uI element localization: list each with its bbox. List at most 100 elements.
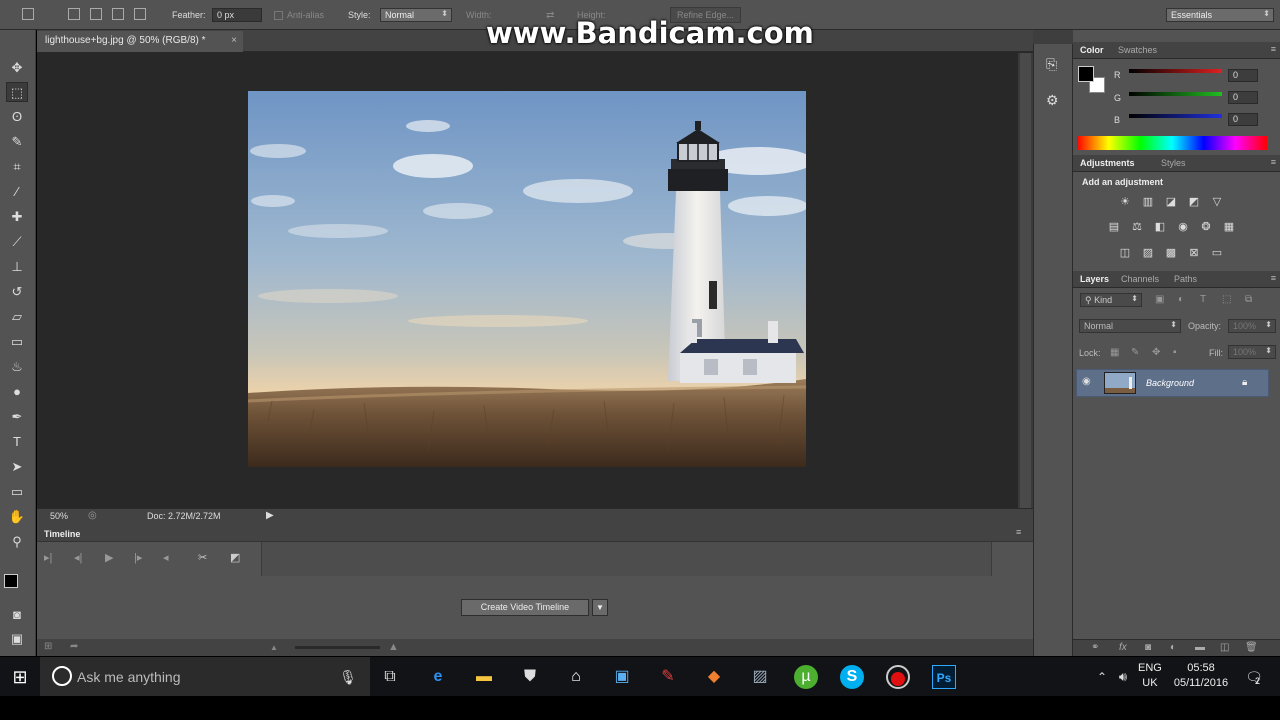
lighthouse-image[interactable] <box>248 91 806 467</box>
black-white-icon[interactable]: ◧ <box>1153 221 1167 233</box>
image-viewer-icon[interactable]: ▨ <box>748 665 772 689</box>
file-explorer-icon[interactable]: ▬ <box>472 665 496 689</box>
exposure-icon[interactable]: ◩ <box>1187 196 1201 208</box>
new-layer-icon[interactable]: ◫ <box>1220 642 1229 653</box>
antialias-checkbox[interactable]: Anti-alias <box>274 10 324 21</box>
zoom-level[interactable]: 50% <box>50 511 68 521</box>
dodge-tool-icon[interactable]: ● <box>6 382 28 402</box>
new-adjustment-layer-icon[interactable]: ◐ <box>1170 642 1176 653</box>
add-mask-icon[interactable]: ◙ <box>1145 642 1151 653</box>
fill-input[interactable]: 100% <box>1228 345 1276 359</box>
home-icon[interactable]: ⌂ <box>564 665 588 689</box>
blend-mode-select[interactable]: Normal <box>1079 319 1181 333</box>
opacity-input[interactable]: 100% <box>1228 319 1276 333</box>
layer-style-fx-icon[interactable]: fx <box>1119 642 1127 653</box>
utorrent-icon[interactable]: µ <box>794 665 818 689</box>
split-icon[interactable]: ✂ <box>198 551 207 564</box>
type-tool-icon[interactable]: T <box>6 432 28 452</box>
lock-all-icon[interactable]: ▪ <box>1173 347 1177 358</box>
create-video-timeline-button[interactable]: Create Video Timeline <box>461 599 589 616</box>
play-icon[interactable]: ▶ <box>105 551 113 564</box>
workspace-select[interactable]: Essentials <box>1166 8 1274 22</box>
windows-start-icon[interactable]: ⊞ <box>8 665 32 689</box>
volume-icon[interactable]: 🔊︎ <box>1111 665 1135 689</box>
task-view-icon[interactable]: ⧉ <box>378 665 402 689</box>
color-foreground-swatch-top[interactable] <box>1078 66 1094 82</box>
filter-smart-object-icon[interactable]: ⧉ <box>1245 294 1252 305</box>
blur-tool-icon[interactable]: ♨ <box>6 357 28 377</box>
create-timeline-dropdown-icon[interactable]: ▼ <box>592 599 608 616</box>
rectangular-marquee-tool-icon[interactable]: ⬚ <box>6 82 28 102</box>
lock-position-icon[interactable]: ✥ <box>1152 347 1160 358</box>
feather-input[interactable]: 0 px <box>212 8 262 22</box>
tab-adjustments[interactable]: Adjustments <box>1080 158 1135 168</box>
photo-filter-icon[interactable]: ◉ <box>1176 221 1190 233</box>
filter-type-icon[interactable]: T <box>1200 294 1206 305</box>
color-panel-menu-icon[interactable]: ≡ <box>1271 44 1276 54</box>
curves-icon[interactable]: ◪ <box>1164 196 1178 208</box>
levels-icon[interactable]: ▥ <box>1141 196 1155 208</box>
crop-tool-icon[interactable]: ⌗ <box>6 157 28 177</box>
rectangle-tool-icon[interactable]: ▭ <box>6 482 28 502</box>
filter-adjustment-icon[interactable]: ◐ <box>1178 294 1184 305</box>
threshold-icon[interactable]: ▩ <box>1164 247 1178 259</box>
status-menu-arrow-icon[interactable]: ▶ <box>266 510 274 521</box>
zoom-out-mountain-icon[interactable]: ▲ <box>270 643 278 652</box>
clock[interactable]: 05:58 05/11/2016 <box>1172 661 1230 691</box>
color-lookup-icon[interactable]: ▦ <box>1222 221 1236 233</box>
zoom-in-mountain-icon[interactable]: ▲ <box>388 641 399 653</box>
vibrance-icon[interactable]: ▽ <box>1210 196 1224 208</box>
hue-saturation-icon[interactable]: ▤ <box>1107 221 1121 233</box>
action-center-icon[interactable]: 🗨︎ <box>1242 665 1266 689</box>
monitor-app-icon[interactable]: ▣ <box>610 665 634 689</box>
filter-pixel-icon[interactable]: ▣ <box>1155 294 1164 305</box>
history-brush-tool-icon[interactable]: ↺ <box>6 282 28 302</box>
close-icon[interactable]: × <box>231 35 237 46</box>
language-indicator[interactable]: ENG UK <box>1138 661 1162 691</box>
first-frame-icon[interactable]: ▸| <box>44 551 52 564</box>
store-icon[interactable]: ⛊ <box>518 665 542 689</box>
link-layers-icon[interactable]: ⚭ <box>1091 642 1099 653</box>
add-selection-icon[interactable] <box>90 8 102 20</box>
document-tab[interactable]: lighthouse+bg.jpg @ 50% (RGB/8) * × <box>37 31 243 52</box>
timeline-track[interactable] <box>262 542 992 576</box>
photoshop-icon[interactable]: Ps <box>932 665 956 689</box>
eraser-tool-icon[interactable]: ▱ <box>6 307 28 327</box>
lock-pixels-icon[interactable]: ✎ <box>1131 347 1139 358</box>
healing-brush-tool-icon[interactable]: ✚ <box>6 207 28 227</box>
r-slider[interactable] <box>1129 69 1222 73</box>
gradient-map-icon[interactable]: ▭ <box>1210 247 1224 259</box>
next-frame-icon[interactable]: |▸ <box>134 551 142 564</box>
microphone-icon[interactable]: 🎙︎ <box>336 665 360 689</box>
history-panel-icon[interactable]: ⎘ <box>1046 56 1057 73</box>
b-slider[interactable] <box>1129 114 1222 118</box>
delete-layer-icon[interactable]: 🗑︎ <box>1245 642 1258 653</box>
timeline-render-icon[interactable]: ➦ <box>70 641 78 652</box>
filter-kind-select[interactable]: ⚲ Kind <box>1080 293 1142 307</box>
tab-channels[interactable]: Channels <box>1121 274 1159 284</box>
g-slider[interactable] <box>1129 92 1222 96</box>
tab-paths[interactable]: Paths <box>1174 274 1197 284</box>
intersect-selection-icon[interactable] <box>134 8 146 20</box>
timeline-menu-icon[interactable]: ≡ <box>1016 527 1021 537</box>
dock-collapse-bar[interactable] <box>1033 30 1073 44</box>
lock-transparent-icon[interactable]: ▦ <box>1110 347 1119 358</box>
timeline-convert-icon[interactable]: ⊞ <box>44 641 52 652</box>
new-selection-icon[interactable] <box>68 8 80 20</box>
r-value[interactable]: 0 <box>1228 69 1258 82</box>
transition-icon[interactable]: ◩ <box>230 551 240 564</box>
hand-tool-icon[interactable]: ✋ <box>6 507 28 527</box>
skype-icon[interactable]: S <box>840 665 864 689</box>
brightness-contrast-icon[interactable]: ☀ <box>1118 196 1132 208</box>
timeline-zoom-slider[interactable] <box>295 646 380 649</box>
status-preview-icon[interactable]: ◎ <box>88 510 97 521</box>
selective-color-icon[interactable]: ⊠ <box>1187 247 1201 259</box>
scrollbar-thumb[interactable] <box>1020 53 1031 508</box>
color-spectrum-ramp[interactable] <box>1077 136 1267 150</box>
vertical-scrollbar[interactable] <box>1018 53 1033 508</box>
screen-mode-icon[interactable]: ▣ <box>6 629 28 649</box>
tab-styles[interactable]: Styles <box>1161 158 1186 168</box>
posterize-icon[interactable]: ▨ <box>1141 247 1155 259</box>
edge-browser-icon[interactable]: e <box>426 665 450 689</box>
foreground-color-swatch[interactable] <box>4 574 18 588</box>
